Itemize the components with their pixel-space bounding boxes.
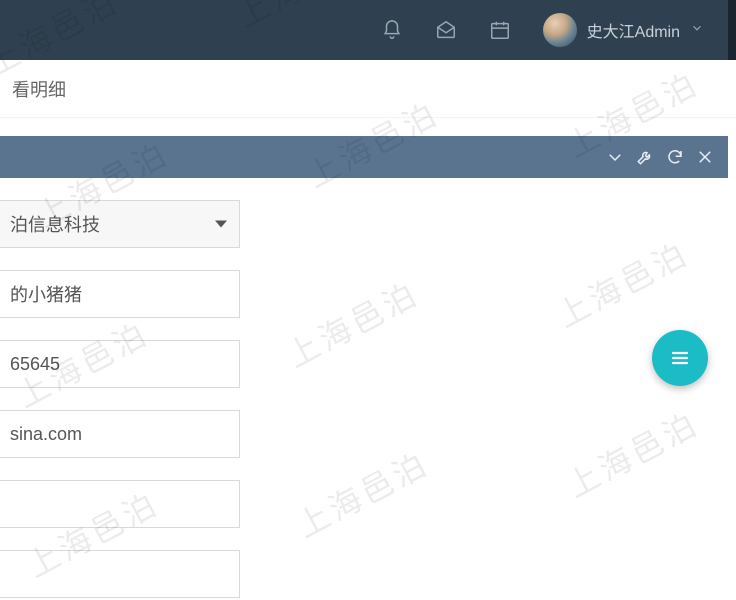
blank-field-1[interactable] bbox=[0, 480, 240, 528]
form-column: 泊信息科技 的小猪猪 65645 sina.com bbox=[0, 200, 240, 598]
refresh-icon[interactable] bbox=[666, 148, 684, 166]
company-select-value: 泊信息科技 bbox=[10, 211, 100, 237]
bell-icon[interactable] bbox=[381, 19, 403, 41]
breadcrumb-text: 看明细 bbox=[12, 76, 66, 102]
number-value: 65645 bbox=[10, 354, 60, 375]
floating-menu-button[interactable] bbox=[652, 330, 708, 386]
company-select[interactable]: 泊信息科技 bbox=[0, 200, 240, 248]
top-navbar: 史大江Admin bbox=[0, 0, 736, 60]
envelope-open-icon[interactable] bbox=[435, 19, 457, 41]
watermark-text: 上海邑泊 bbox=[278, 269, 427, 377]
watermark-text: 上海邑泊 bbox=[548, 229, 697, 337]
topbar-right-edge bbox=[728, 0, 736, 60]
avatar bbox=[543, 13, 577, 47]
chevron-down-icon[interactable] bbox=[606, 148, 624, 166]
nickname-value: 的小猪猪 bbox=[10, 281, 82, 307]
breadcrumb: 看明细 bbox=[0, 60, 736, 118]
email-field[interactable]: sina.com bbox=[0, 410, 240, 458]
email-value: sina.com bbox=[10, 424, 82, 445]
calendar-icon[interactable] bbox=[489, 19, 511, 41]
number-field[interactable]: 65645 bbox=[0, 340, 240, 388]
watermark-text: 上海邑泊 bbox=[558, 399, 707, 507]
user-menu[interactable]: 史大江Admin bbox=[543, 13, 704, 47]
nickname-field[interactable]: 的小猪猪 bbox=[0, 270, 240, 318]
panel-header bbox=[0, 136, 728, 178]
watermark-text: 上海邑泊 bbox=[288, 439, 437, 547]
close-icon[interactable] bbox=[696, 148, 714, 166]
chevron-down-icon bbox=[690, 21, 704, 40]
wrench-icon[interactable] bbox=[636, 148, 654, 166]
menu-icon bbox=[668, 346, 692, 370]
user-name-label: 史大江Admin bbox=[587, 18, 680, 42]
blank-field-2[interactable] bbox=[0, 550, 240, 598]
